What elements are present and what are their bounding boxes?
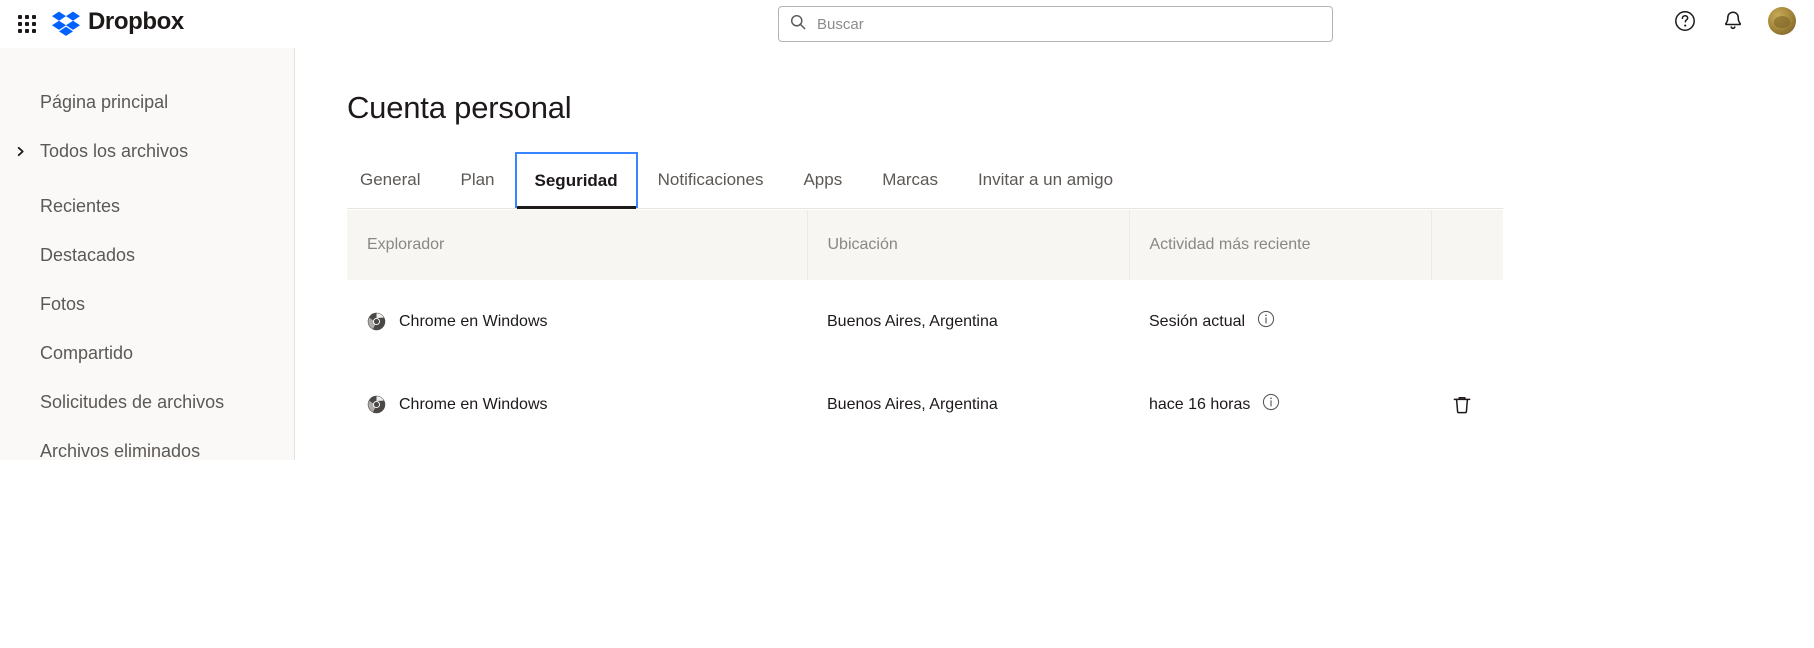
column-header-actividad: Actividad más reciente bbox=[1129, 210, 1432, 280]
chevron-right-icon[interactable] bbox=[13, 145, 27, 159]
sidebar-item-recientes[interactable]: Recientes bbox=[0, 182, 294, 231]
activity-cell: Sesión actual bbox=[1149, 310, 1411, 333]
table-header-row: Explorador Ubicación Actividad más recie… bbox=[347, 210, 1503, 280]
cell-location: Buenos Aires, Argentina bbox=[827, 395, 998, 413]
column-header-actions bbox=[1431, 210, 1503, 280]
info-circle-icon[interactable] bbox=[1262, 393, 1280, 416]
sidebar-item-compartido[interactable]: Compartido bbox=[0, 329, 294, 378]
help-circle-icon[interactable] bbox=[1672, 8, 1698, 34]
sidebar-item-solicitudes-de-archivos[interactable]: Solicitudes de archivos bbox=[0, 378, 294, 427]
grid-apps-icon[interactable] bbox=[14, 11, 40, 37]
info-circle-icon[interactable] bbox=[1257, 310, 1275, 333]
account-tabs: General Plan Seguridad Notificaciones Ap… bbox=[347, 152, 1503, 209]
browser-cell: Chrome en Windows bbox=[367, 395, 787, 414]
table-row: Chrome en Windows Buenos Aires, Argentin… bbox=[347, 280, 1503, 363]
chrome-icon bbox=[367, 312, 386, 331]
chrome-icon bbox=[367, 395, 386, 414]
tab-general[interactable]: General bbox=[347, 152, 440, 208]
page-title: Cuenta personal bbox=[347, 90, 572, 125]
sidebar-item-label: Solicitudes de archivos bbox=[40, 392, 225, 412]
cell-browser: Chrome en Windows bbox=[347, 363, 807, 446]
activity-text: hace 16 horas bbox=[1149, 395, 1251, 413]
sidebar-item-label: Fotos bbox=[40, 294, 86, 314]
tab-label: Plan bbox=[460, 170, 495, 189]
bell-icon[interactable] bbox=[1720, 8, 1746, 34]
sidebar-item-label: Compartido bbox=[40, 343, 134, 363]
browser-name: Chrome en Windows bbox=[399, 312, 548, 330]
browser-name: Chrome en Windows bbox=[399, 395, 548, 413]
sidebar-item-label: Archivos eliminados bbox=[40, 441, 201, 461]
sidebar-item-label: Recientes bbox=[40, 196, 121, 216]
dropbox-logo-icon bbox=[52, 9, 80, 37]
cell-actions bbox=[1431, 363, 1503, 446]
sidebar-item-todos-los-archivos[interactable]: Todos los archivos bbox=[0, 127, 294, 176]
sessions-table: Explorador Ubicación Actividad más recie… bbox=[347, 210, 1503, 446]
browser-cell: Chrome en Windows bbox=[367, 312, 787, 331]
cell-location: Buenos Aires, Argentina bbox=[827, 312, 998, 330]
table-header: Explorador Ubicación Actividad más recie… bbox=[347, 210, 1503, 280]
grid-apps-dots bbox=[18, 15, 36, 33]
top-navigation-bar: Dropbox bbox=[0, 0, 1814, 48]
tab-seguridad[interactable]: Seguridad bbox=[514, 152, 638, 209]
dropbox-home-link[interactable]: Dropbox bbox=[52, 9, 184, 37]
tab-marcas[interactable]: Marcas bbox=[862, 152, 958, 208]
cell-browser: Chrome en Windows bbox=[347, 280, 807, 363]
trash-icon[interactable] bbox=[1451, 394, 1483, 416]
tab-label: Notificaciones bbox=[657, 170, 764, 189]
search-icon bbox=[789, 13, 817, 36]
cell-activity: hace 16 horas bbox=[1129, 363, 1431, 446]
column-header-ubicacion: Ubicación bbox=[807, 210, 1130, 280]
avatar[interactable] bbox=[1768, 7, 1796, 35]
tab-plan[interactable]: Plan bbox=[440, 152, 514, 208]
dropbox-account-page: Dropbox Buscar Página principal Todos lo… bbox=[0, 0, 1814, 648]
sidebar: Página principal Todos los archivos Reci… bbox=[0, 48, 295, 461]
sidebar-item-label: Todos los archivos bbox=[40, 141, 189, 161]
table-body: Chrome en Windows Buenos Aires, Argentin… bbox=[347, 280, 1503, 446]
sidebar-item-destacados[interactable]: Destacados bbox=[0, 231, 294, 280]
sidebar-item-label: Página principal bbox=[40, 92, 169, 112]
search-input[interactable] bbox=[817, 7, 1322, 41]
tab-label: Apps bbox=[803, 170, 843, 189]
main-content: Cuenta personal General Plan Seguridad N… bbox=[296, 48, 1814, 460]
tab-notificaciones[interactable]: Notificaciones bbox=[638, 152, 784, 208]
activity-cell: hace 16 horas bbox=[1149, 393, 1411, 416]
sidebar-item-label: Destacados bbox=[40, 245, 136, 265]
tab-label: Marcas bbox=[882, 170, 938, 189]
table-row: Chrome en Windows Buenos Aires, Argentin… bbox=[347, 363, 1503, 446]
cell-actions bbox=[1431, 280, 1503, 363]
activity-text: Sesión actual bbox=[1149, 312, 1246, 330]
topbar-actions bbox=[1672, 7, 1796, 35]
tab-label: General bbox=[360, 170, 421, 189]
cell-activity: Sesión actual bbox=[1129, 280, 1431, 363]
column-header-explorador: Explorador bbox=[347, 210, 808, 280]
sidebar-item-archivos-eliminados[interactable]: Archivos eliminados bbox=[0, 427, 294, 476]
sidebar-item-fotos[interactable]: Fotos bbox=[0, 280, 294, 329]
sidebar-item-pagina-principal[interactable]: Página principal bbox=[0, 78, 294, 127]
tab-label: Invitar a un amigo bbox=[977, 170, 1114, 189]
search-bar[interactable] bbox=[778, 6, 1333, 42]
brand-name: Dropbox bbox=[88, 8, 184, 35]
tab-label: Seguridad bbox=[534, 171, 618, 190]
tab-invitar-a-un-amigo[interactable]: Invitar a un amigo bbox=[958, 152, 1133, 208]
tab-apps[interactable]: Apps bbox=[783, 152, 862, 208]
